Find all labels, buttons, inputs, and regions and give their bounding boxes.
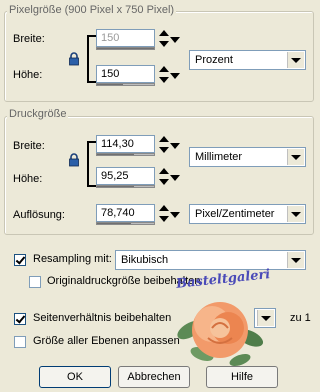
- lock-icon[interactable]: [68, 52, 80, 66]
- keep-aspect-checkbox[interactable]: [14, 313, 26, 325]
- resolution-unit-value: Pixel/Zentimeter: [195, 208, 275, 220]
- print-size-legend: Druckgröße: [7, 108, 69, 120]
- pixel-unit-value: Prozent: [195, 54, 233, 66]
- resolution-field[interactable]: 78,740: [96, 204, 155, 222]
- resolution-slider[interactable]: [96, 222, 155, 225]
- resample-label[interactable]: Resampling mit:: [33, 253, 112, 265]
- print-unit-value: Millimeter: [195, 151, 243, 163]
- pixel-size-legend: Pixelgröße (900 Pixel x 750 Pixel): [7, 4, 177, 16]
- chevron-down-icon[interactable]: [287, 252, 304, 268]
- print-height-label: Höhe:: [13, 173, 43, 185]
- pixel-height-dropdown-arrow[interactable]: [169, 67, 181, 87]
- print-height-field[interactable]: 95,25: [96, 167, 155, 185]
- chevron-down-icon[interactable]: [287, 52, 304, 68]
- help-button[interactable]: Hilfe: [206, 366, 278, 388]
- aspect-suffix: zu 1: [290, 312, 311, 324]
- pixel-width-dropdown-arrow[interactable]: [169, 31, 181, 51]
- pixel-height-label: Höhe:: [13, 69, 43, 81]
- print-unit-select[interactable]: Millimeter: [189, 147, 306, 167]
- print-width-field[interactable]: 114,30: [96, 135, 155, 153]
- pixel-width-label: Breite:: [13, 33, 45, 45]
- print-height-slider[interactable]: [96, 185, 155, 188]
- pixel-width-slider[interactable]: [96, 47, 155, 50]
- pixel-height-field[interactable]: 150: [96, 65, 155, 83]
- ok-button[interactable]: OK: [39, 366, 111, 388]
- keep-aspect-label[interactable]: Seitenverhältnis beibehalten: [33, 312, 171, 324]
- print-width-label: Breite:: [13, 140, 45, 152]
- print-height-dropdown-arrow[interactable]: [169, 169, 181, 189]
- pixel-height-slider[interactable]: [96, 83, 155, 86]
- aspect-ratio-select[interactable]: [254, 308, 276, 328]
- resize-all-layers-label[interactable]: Größe aller Ebenen anpassen: [33, 335, 180, 347]
- resolution-unit-select[interactable]: Pixel/Zentimeter: [189, 204, 306, 224]
- resample-checkbox[interactable]: [14, 254, 26, 266]
- print-width-dropdown-arrow[interactable]: [169, 137, 181, 157]
- pixel-unit-select[interactable]: Prozent: [189, 50, 306, 70]
- keep-print-size-checkbox[interactable]: [29, 276, 41, 288]
- print-width-slider[interactable]: [96, 153, 155, 156]
- resolution-dropdown-arrow[interactable]: [169, 206, 181, 226]
- resample-method-value: Bikubisch: [121, 254, 169, 266]
- cancel-button[interactable]: Abbrechen: [118, 366, 190, 388]
- resolution-label: Auflösung:: [13, 209, 65, 221]
- pixel-width-field[interactable]: 150: [96, 29, 155, 47]
- chevron-down-icon[interactable]: [257, 310, 274, 326]
- resize-all-layers-checkbox[interactable]: [14, 336, 26, 348]
- chevron-down-icon[interactable]: [287, 206, 304, 222]
- chevron-down-icon[interactable]: [287, 149, 304, 165]
- resample-method-select[interactable]: Bikubisch: [115, 250, 306, 270]
- lock-icon[interactable]: [68, 153, 80, 167]
